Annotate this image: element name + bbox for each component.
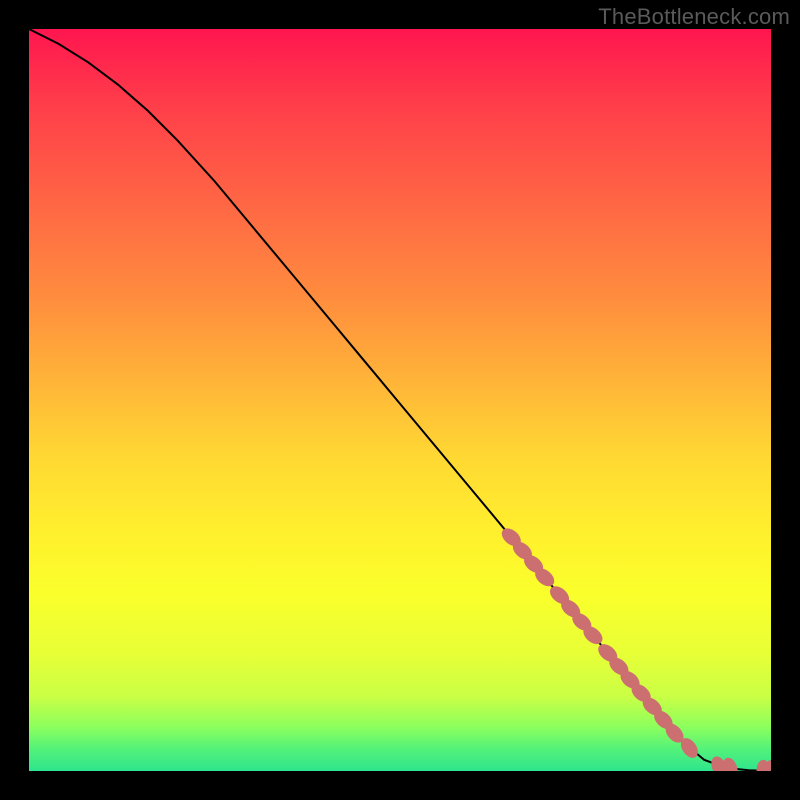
watermark-text: TheBottleneck.com <box>598 4 790 30</box>
marker-dot <box>720 756 740 771</box>
chart-overlay <box>29 29 771 771</box>
bottleneck-curve <box>29 29 771 771</box>
highlighted-range-markers <box>498 525 771 771</box>
chart-frame: TheBottleneck.com <box>0 0 800 800</box>
